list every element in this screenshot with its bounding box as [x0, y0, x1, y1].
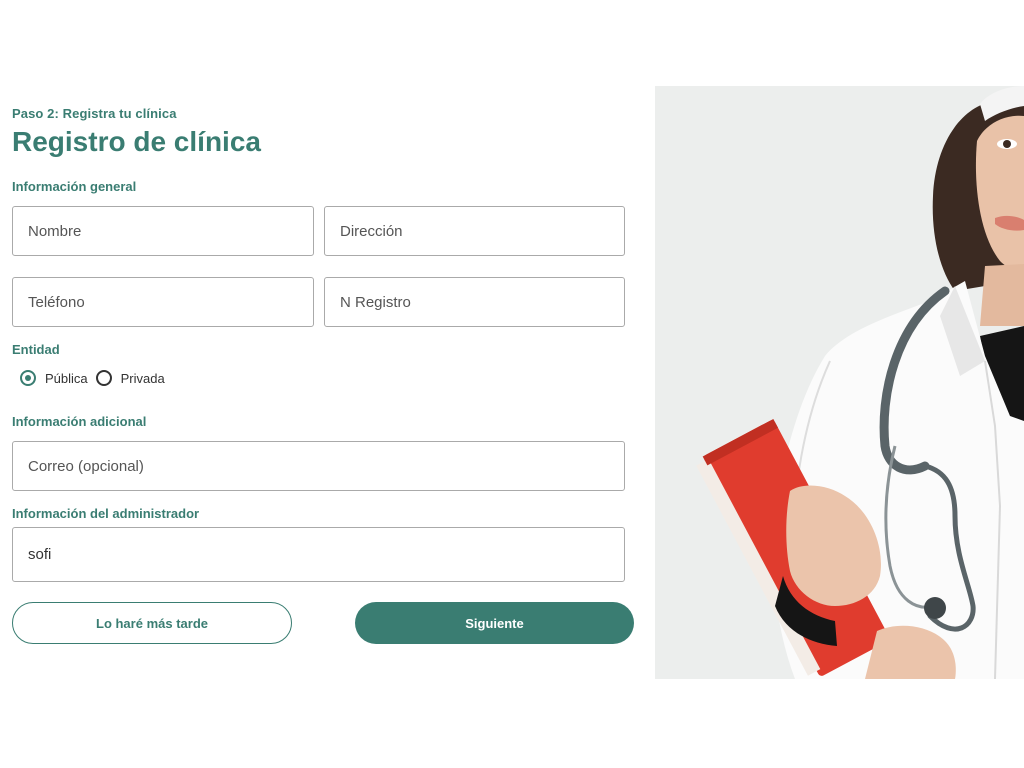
correo-input[interactable] [12, 441, 625, 491]
admin-info-label: Información del administrador [12, 506, 200, 521]
telefono-input[interactable] [12, 277, 314, 327]
doctor-photo [655, 86, 1024, 679]
entidad-radio-group: Pública Privada [20, 370, 173, 386]
registro-input[interactable] [324, 277, 625, 327]
radio-checked-icon[interactable] [20, 370, 36, 386]
additional-info-label: Información adicional [12, 414, 147, 429]
radio-privada-label: Privada [120, 370, 165, 386]
radio-publica[interactable]: Pública [20, 370, 88, 386]
radio-privada[interactable]: Privada [95, 370, 165, 386]
entidad-label: Entidad [12, 342, 60, 357]
direccion-input[interactable] [324, 206, 625, 256]
radio-publica-label: Pública [45, 370, 88, 386]
admin-input[interactable] [12, 527, 625, 582]
doctor-illustration-icon [696, 86, 1024, 679]
step-indicator: Paso 2: Registra tu clínica [12, 106, 177, 121]
nombre-input[interactable] [12, 206, 314, 256]
radio-unchecked-icon[interactable] [95, 370, 112, 386]
general-info-label: Información general [12, 179, 137, 194]
page-title: Registro de clínica [12, 126, 261, 157]
next-button[interactable]: Siguiente [355, 602, 634, 644]
later-button[interactable]: Lo haré más tarde [12, 602, 292, 644]
